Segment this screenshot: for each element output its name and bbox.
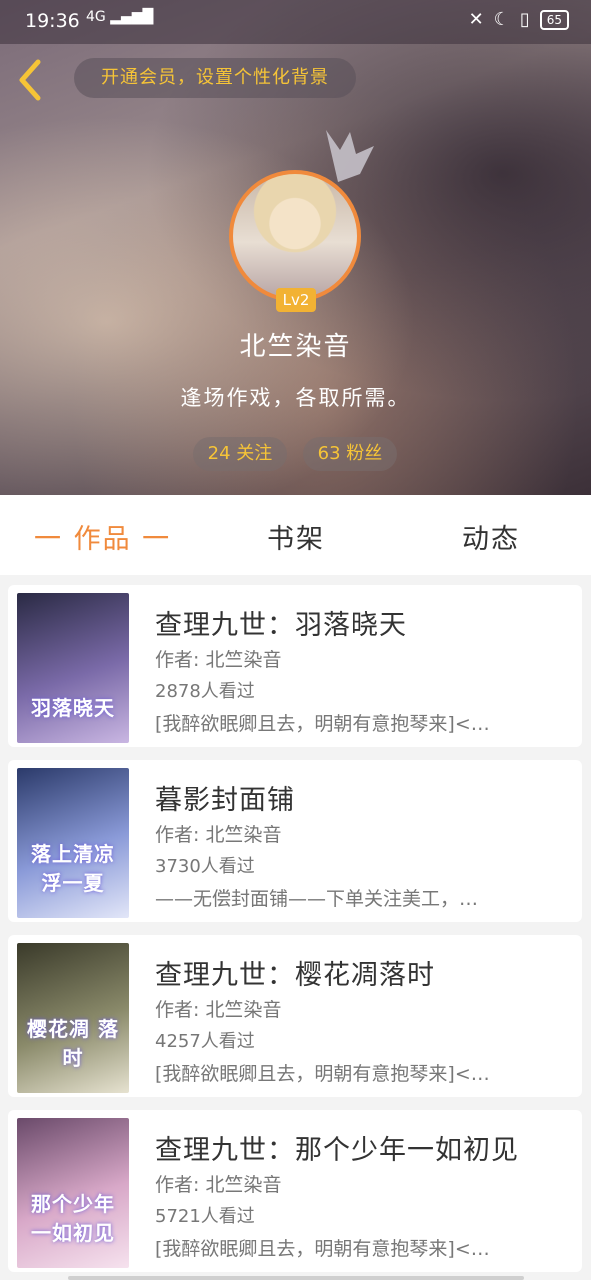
tab-bookshelf[interactable]: 书架 [267, 517, 325, 556]
username: 北竺染音 [239, 332, 352, 362]
cover-title: 那个少年 一如初见 [31, 1192, 115, 1245]
moon-icon: ☾ [493, 9, 510, 30]
vip-background-prompt[interactable]: 开通会员，设置个性化背景 [74, 58, 356, 98]
book-cover[interactable]: 那个少年 一如初见 [17, 1118, 129, 1268]
fans-count[interactable]: 63 粉丝 [303, 437, 397, 471]
book-description: [我醉欲眠卿且去，明朝有意抱琴来]<… [155, 713, 490, 735]
signal-icon: 4G ▂▄▆█ [86, 9, 154, 25]
status-icons: ✕ ☾ ▯ 65 [469, 9, 569, 30]
book-views: 5721人看过 [155, 1206, 255, 1227]
following-count[interactable]: 24 关注 [193, 437, 287, 471]
book-card[interactable]: 那个少年 一如初见 查理九世：那个少年一如初见 作者: 北竺染音 5721人看过… [8, 1110, 582, 1272]
book-title[interactable]: 查理九世：樱花凋落时 [155, 953, 435, 992]
profile-tabs: 一 作品 一 书架 动态 [0, 495, 591, 575]
book-card[interactable]: 落上清凉 浮一夏 暮影封面铺 作者: 北竺染音 3730人看过 ——无偿封面铺—… [8, 760, 582, 922]
cover-title: 樱花凋 落时 [27, 1017, 119, 1070]
gesture-bar[interactable] [68, 1276, 524, 1280]
profile-header: 19:36 4G ▂▄▆█ ✕ ☾ ▯ 65 开通会员，设置个性化背景 Lv2 … [0, 0, 591, 495]
book-description: ——无偿封面铺——下单关注美工，… [155, 888, 479, 910]
book-views: 2878人看过 [155, 681, 255, 702]
book-title[interactable]: 查理九世：那个少年一如初见 [155, 1128, 519, 1167]
back-icon[interactable] [14, 56, 48, 104]
vibrate-off-icon: ✕ [468, 9, 484, 30]
avatar-container[interactable] [229, 170, 361, 302]
book-cover[interactable]: 落上清凉 浮一夏 [17, 768, 129, 918]
book-title[interactable]: 暮影封面铺 [155, 778, 295, 817]
book-views: 3730人看过 [155, 856, 255, 877]
book-author: 作者: 北竺染音 [155, 824, 282, 846]
book-author: 作者: 北竺染音 [155, 1174, 282, 1196]
book-cover[interactable]: 羽落晓天 [17, 593, 129, 743]
cover-title: 落上清凉 浮一夏 [31, 842, 115, 895]
tab-feed[interactable]: 动态 [462, 517, 520, 556]
tab-works[interactable]: 一 作品 一 [34, 517, 171, 556]
book-author: 作者: 北竺染音 [155, 649, 282, 671]
level-badge: Lv2 [276, 288, 316, 312]
book-title[interactable]: 查理九世：羽落晓天 [155, 603, 407, 642]
battery-icon: 65 [539, 9, 569, 30]
book-cover[interactable]: 樱花凋 落时 [17, 943, 129, 1093]
book-card[interactable]: 羽落晓天 查理九世：羽落晓天 作者: 北竺染音 2878人看过 [我醉欲眠卿且去… [8, 585, 582, 747]
book-views: 4257人看过 [155, 1031, 255, 1052]
book-author: 作者: 北竺染音 [155, 999, 282, 1021]
book-description: [我醉欲眠卿且去，明朝有意抱琴来]<… [155, 1238, 490, 1260]
user-signature: 逢场作戏，各取所需。 [180, 386, 411, 410]
status-time: 19:36 [25, 10, 80, 32]
book-description: [我醉欲眠卿且去，明朝有意抱琴来]<… [155, 1063, 490, 1085]
rotate-icon: ▯ [519, 9, 530, 30]
cover-title: 羽落晓天 [31, 696, 115, 720]
status-bar: 19:36 4G ▂▄▆█ ✕ ☾ ▯ 65 [0, 0, 591, 44]
avatar[interactable] [229, 170, 361, 302]
book-card[interactable]: 樱花凋 落时 查理九世：樱花凋落时 作者: 北竺染音 4257人看过 [我醉欲眠… [8, 935, 582, 1097]
